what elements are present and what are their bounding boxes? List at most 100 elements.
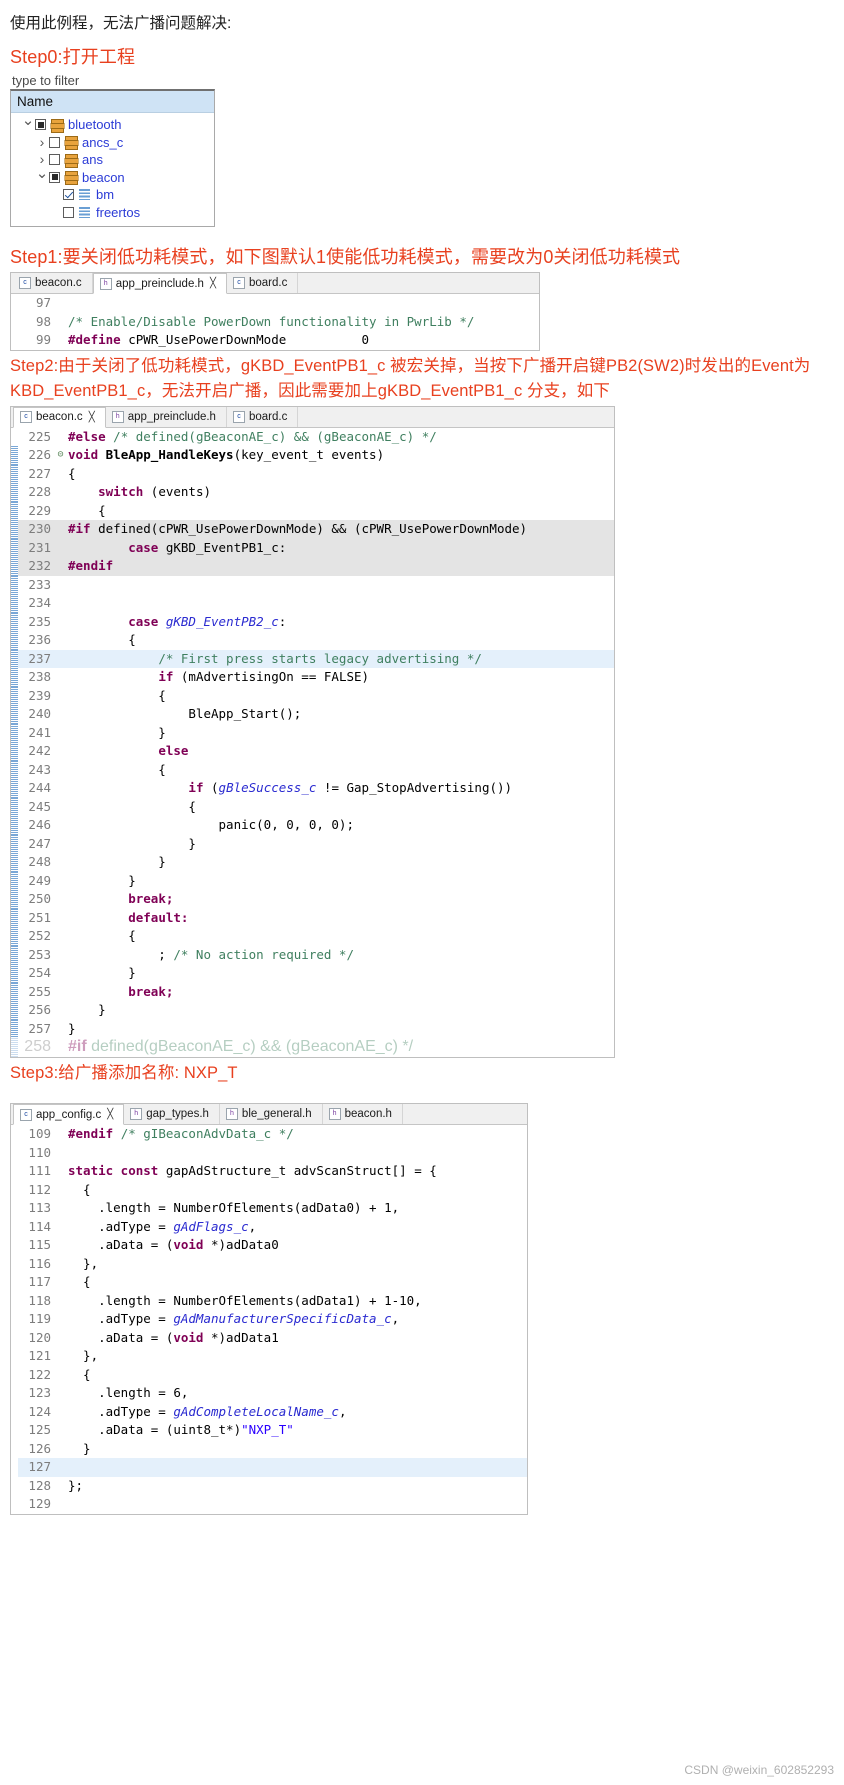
line-number: 234 — [28, 595, 51, 611]
code-line[interactable]: 251 default: — [11, 908, 614, 928]
tab-beacon-c[interactable]: c beacon.c — [13, 273, 93, 294]
code-line[interactable]: 242 else — [11, 742, 614, 761]
code-line[interactable]: 127 — [11, 1458, 527, 1477]
checkbox-ans[interactable] — [49, 154, 60, 166]
code-line[interactable]: 115 .aData = (void *)adData0 — [11, 1236, 527, 1255]
code-line[interactable]: 244 if (gBleSuccess_c != Gap_StopAdverti… — [11, 779, 614, 798]
code-line[interactable]: 247 } — [11, 834, 614, 854]
code-line[interactable]: 125 .aData = (uint8_t*)"NXP_T" — [11, 1421, 527, 1440]
code-line[interactable]: 238 if (mAdvertisingOn == FALSE) — [11, 668, 614, 687]
checkbox-bluetooth[interactable] — [35, 119, 46, 131]
code-line[interactable]: 110 — [11, 1143, 527, 1163]
code-line[interactable]: 129 — [11, 1495, 527, 1514]
code-line[interactable]: 255 break; — [11, 982, 614, 1002]
code-line[interactable]: 228 switch (events) — [11, 483, 614, 502]
editor1-code[interactable]: 97 98 /* Enable/Disable PowerDown functio… — [11, 294, 539, 350]
editor2-code[interactable]: 225 #else /* defined(gBeaconAE_c) && (gBe… — [11, 427, 614, 1039]
close-icon[interactable]: ╳ — [89, 412, 95, 423]
code-line[interactable]: 99 #define cPWR_UsePowerDownMode 0 — [11, 331, 539, 350]
tree-item-ancs_c[interactable]: ancs_c — [11, 133, 214, 151]
code-line[interactable]: 254 } — [11, 964, 614, 983]
editor3-code[interactable]: 109 #endif /* gIBeaconAdvData_c */ 110 111… — [11, 1125, 527, 1514]
file-icon — [78, 206, 91, 218]
code-line[interactable]: 111 static const gapAdStructure_t advScan… — [11, 1162, 527, 1181]
code-line[interactable]: 109 #endif /* gIBeaconAdvData_c */ — [11, 1125, 527, 1144]
chevron-right-icon[interactable] — [35, 135, 49, 150]
tab-beacon-h[interactable]: h beacon.h — [322, 1104, 403, 1125]
code-line[interactable]: 226 ⊝ void BleApp_HandleKeys(key_event_t e… — [11, 446, 614, 465]
code-text: break; — [128, 983, 174, 999]
code-line[interactable]: 225 #else /* defined(gBeaconAE_c) && (gBe… — [11, 427, 614, 447]
code-line[interactable]: 241 } — [11, 723, 614, 743]
code-line[interactable]: 119 .adType = gAdManufacturerSpecificDat… — [11, 1310, 527, 1329]
code-line[interactable]: 227 { — [11, 464, 614, 484]
code-line[interactable]: 235 case gKBD_EventPB2_c: — [11, 612, 614, 632]
code-line[interactable]: 250 break; — [11, 890, 614, 909]
code-text: /* Enable/Disable PowerDown functionalit… — [68, 313, 475, 329]
change-marker — [11, 779, 18, 798]
code-line[interactable]: 252 { — [11, 927, 614, 946]
code-line[interactable]: 113 .length = NumberOfElements(adData0) … — [11, 1199, 527, 1218]
tab-gap_types-h[interactable]: h gap_types.h — [124, 1104, 220, 1125]
code-line[interactable]: 121 }, — [11, 1347, 527, 1366]
code-line[interactable]: 126 } — [11, 1439, 527, 1459]
code-line[interactable]: 120 .aData = (void *)adData1 — [11, 1328, 527, 1348]
code-line[interactable]: 114 .adType = gAdFlags_c, — [11, 1217, 527, 1237]
code-line[interactable]: 232 #endif — [11, 557, 614, 576]
tab-ble_general-h[interactable]: h ble_general.h — [219, 1104, 323, 1125]
checkbox-freertos[interactable] — [63, 206, 74, 218]
project-filter-input[interactable]: type to filter — [12, 73, 834, 88]
fold-collapse-icon[interactable]: ⊝ — [55, 446, 66, 465]
tree-item-bluetooth[interactable]: bluetooth — [11, 116, 214, 134]
code-line[interactable]: 230 #if defined(cPWR_UsePowerDownMode) &&… — [11, 520, 614, 539]
code-line[interactable]: 236 { — [11, 631, 614, 650]
checkbox-bm[interactable] — [63, 189, 74, 201]
code-line[interactable]: 112 { — [11, 1180, 527, 1200]
code-line[interactable]: 243 { — [11, 760, 614, 780]
code-line[interactable]: 245 { — [11, 797, 614, 817]
chevron-down-icon[interactable] — [21, 117, 35, 132]
tree-item-beacon[interactable]: beacon — [11, 168, 214, 186]
code-line[interactable]: 118 .length = NumberOfElements(adData1) … — [11, 1291, 527, 1311]
tab-app_preinclude-h[interactable]: h app_preinclude.h — [105, 406, 227, 427]
code-line[interactable]: 257} — [11, 1019, 614, 1039]
chevron-down-icon[interactable] — [35, 170, 49, 185]
code-line[interactable]: 248 } — [11, 853, 614, 872]
code-line[interactable]: 123 .length = 6, — [11, 1384, 527, 1403]
code-line[interactable]: 240 BleApp_Start(); — [11, 705, 614, 724]
code-line[interactable]: 231 case gKBD_EventPB1_c: — [11, 538, 614, 558]
tab-app_config-c[interactable]: c app_config.c ╳ — [13, 1104, 125, 1126]
code-line[interactable]: 128}; — [11, 1476, 527, 1496]
code-line[interactable]: 237 /* First press starts legacy adverti… — [11, 649, 614, 669]
code-line[interactable]: 249 } — [11, 871, 614, 891]
close-icon[interactable]: ╳ — [107, 1109, 113, 1120]
change-marker — [11, 1125, 18, 1144]
checkbox-ancs_c[interactable] — [49, 136, 60, 148]
code-line[interactable]: 229 { — [11, 501, 614, 521]
tree-item-freertos[interactable]: freertos — [11, 203, 214, 221]
code-line[interactable]: 116 }, — [11, 1254, 527, 1274]
code-line[interactable]: 98 /* Enable/Disable PowerDown functional… — [11, 312, 539, 332]
code-line[interactable]: 233 — [11, 575, 614, 595]
code-line[interactable]: 234 — [11, 594, 614, 613]
tree-item-bm[interactable]: bm — [11, 186, 214, 204]
code-text: { — [68, 632, 136, 648]
code-line[interactable]: 239 { — [11, 686, 614, 706]
line-number: 230 — [28, 521, 51, 537]
code-line[interactable]: 246 panic(0, 0, 0, 0); — [11, 816, 614, 835]
tab-board-c[interactable]: c board.c — [226, 406, 299, 427]
code-line[interactable]: 256 } — [11, 1001, 614, 1020]
code-line[interactable]: 124 .adType = gAdCompleteLocalName_c, — [11, 1402, 527, 1422]
code-line[interactable]: 97 — [11, 294, 539, 313]
close-icon[interactable]: ╳ — [210, 278, 216, 289]
code-line[interactable]: 117 { — [11, 1273, 527, 1292]
code-line[interactable]: 253 ; /* No action required */ — [11, 945, 614, 965]
code-line[interactable]: 122 { — [11, 1365, 527, 1385]
checkbox-beacon[interactable] — [49, 171, 60, 183]
tab-board-c[interactable]: c board.c — [226, 273, 299, 294]
tab-app_preinclude-h[interactable]: h app_preinclude.h ╳ — [92, 273, 227, 295]
tab-beacon-c[interactable]: c beacon.c ╳ — [13, 406, 106, 428]
